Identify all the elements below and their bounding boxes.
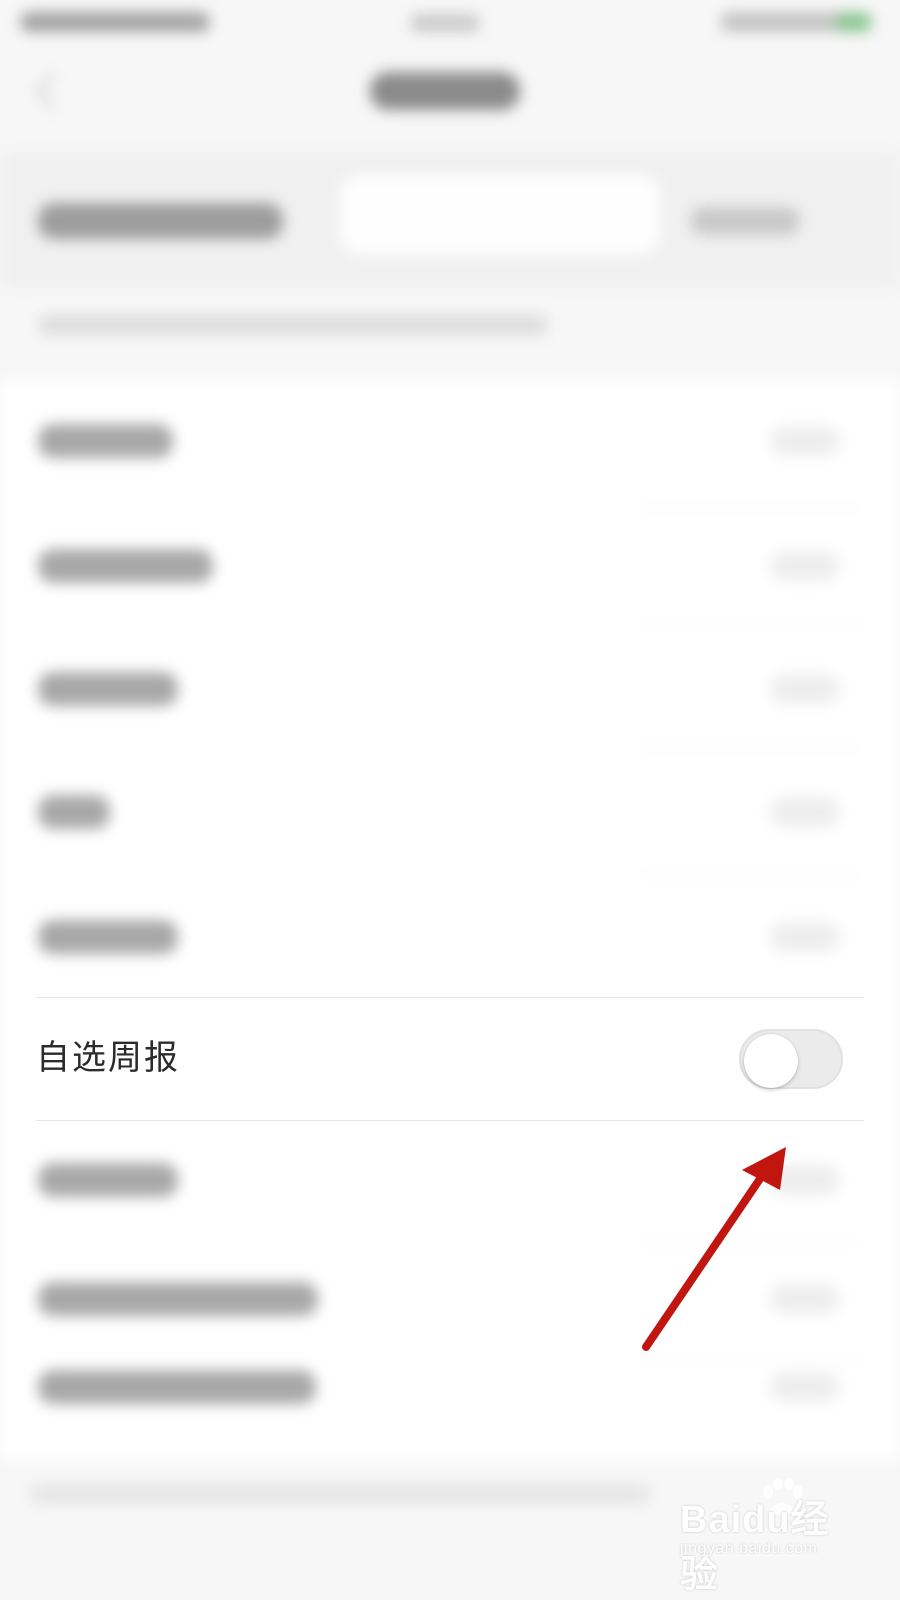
- settings-row-1-control[interactable]: [770, 426, 840, 456]
- watermark-url: jingyan.baidu.com: [680, 1540, 818, 1557]
- weekly-report-label: 自选周报: [36, 1038, 180, 1078]
- weekly-report-row[interactable]: 自选周报: [36, 997, 864, 1121]
- divider: [640, 748, 860, 750]
- divider: [640, 1240, 860, 1242]
- settings-row-2-control[interactable]: [770, 551, 840, 581]
- settings-row-3-control[interactable]: [770, 674, 840, 704]
- settings-row-9-label: [38, 1370, 316, 1404]
- settings-row-3-label: [38, 672, 178, 706]
- header-action[interactable]: [690, 207, 800, 235]
- settings-row-7-control[interactable]: [770, 1165, 840, 1195]
- header-description: [38, 315, 548, 335]
- settings-row-2-label: [38, 549, 213, 583]
- settings-row-8-control[interactable]: [770, 1284, 840, 1314]
- page-title: [370, 72, 520, 110]
- settings-row-7-label: [38, 1163, 178, 1197]
- settings-row-5-label: [38, 920, 178, 954]
- footer-note: [30, 1484, 650, 1504]
- settings-row-5-control[interactable]: [770, 922, 840, 952]
- header-label: [38, 203, 283, 239]
- status-time: [20, 12, 210, 32]
- divider: [640, 623, 860, 625]
- weekly-report-toggle[interactable]: [739, 1029, 843, 1089]
- settings-screen: 自选周报 Baidu经验 jingyan.baidu.com: [0, 0, 900, 1600]
- back-icon[interactable]: [34, 72, 72, 110]
- settings-row-1-label: [38, 424, 173, 458]
- watermark-brand-en: Baidu: [680, 1499, 791, 1541]
- settings-row-4-label: [38, 795, 110, 829]
- toggle-knob: [744, 1034, 798, 1088]
- settings-row-8-label: [38, 1282, 318, 1316]
- battery-icon: [836, 13, 872, 31]
- status-bar: [0, 0, 900, 44]
- divider: [640, 873, 860, 875]
- settings-row-9-control[interactable]: [770, 1372, 840, 1402]
- baidu-jingyan-watermark: Baidu经验 jingyan.baidu.com: [680, 1468, 860, 1596]
- divider: [640, 1359, 860, 1361]
- settings-row-4-control[interactable]: [770, 797, 840, 827]
- divider: [640, 507, 860, 509]
- status-notch-area: [410, 14, 480, 32]
- header-highlight: [340, 175, 660, 255]
